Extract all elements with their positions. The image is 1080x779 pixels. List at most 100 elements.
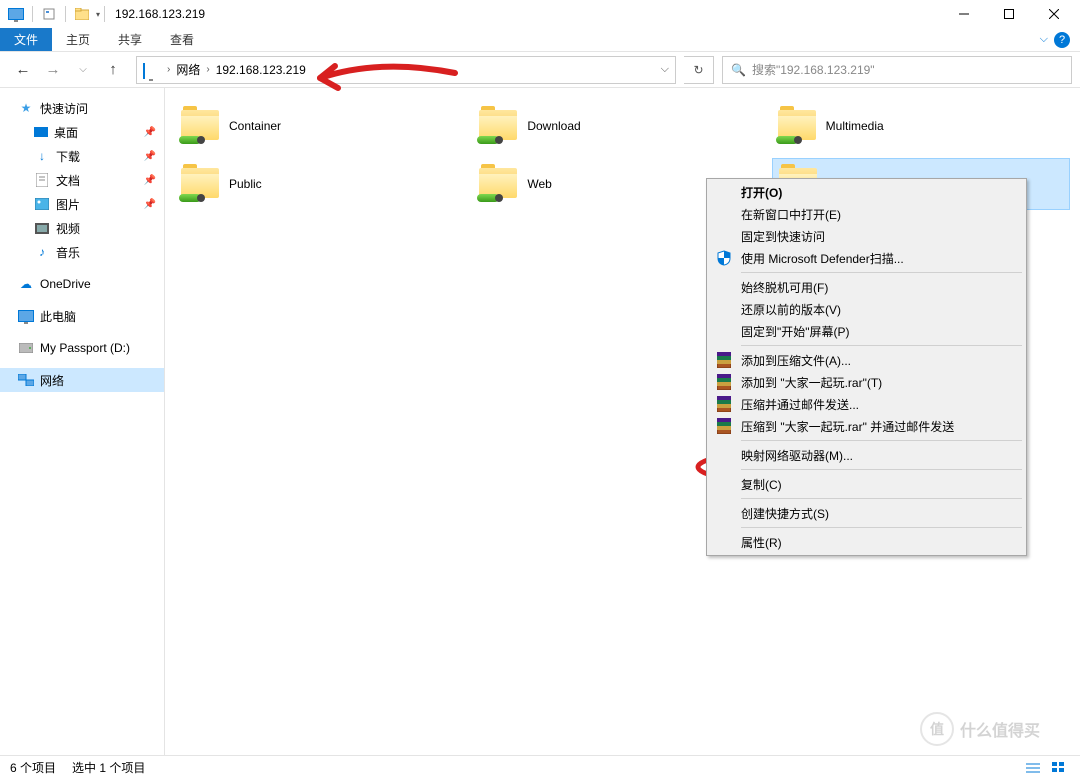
nav-recent-button[interactable]: ⌵ bbox=[68, 56, 98, 84]
pc-icon bbox=[18, 308, 34, 324]
ctx-copy[interactable]: 复制(C) bbox=[709, 473, 1024, 495]
sidebar-label: 桌面 bbox=[54, 124, 78, 141]
ribbon-tab-home[interactable]: 主页 bbox=[52, 28, 104, 51]
ctx-create-shortcut[interactable]: 创建快捷方式(S) bbox=[709, 502, 1024, 524]
folder-item[interactable]: Container bbox=[175, 100, 473, 152]
sidebar-item-pictures[interactable]: 图片 📌 bbox=[0, 192, 164, 216]
ctx-add-to-rar[interactable]: 添加到 "大家一起玩.rar"(T) bbox=[709, 371, 1024, 393]
sidebar-network[interactable]: 网络 bbox=[0, 368, 164, 392]
nav-bar: ← → ⌵ ↑ › 网络 › 192.168.123.219 ⌵ ↻ 🔍 搜索"… bbox=[0, 52, 1080, 88]
ribbon-expand-icon[interactable]: ⌵ bbox=[1040, 33, 1048, 46]
nav-up-button[interactable]: ↑ bbox=[98, 56, 128, 84]
network-icon bbox=[18, 372, 34, 388]
ctx-always-offline[interactable]: 始终脱机可用(F) bbox=[709, 276, 1024, 298]
help-icon[interactable]: ? bbox=[1054, 32, 1070, 48]
qat-properties-icon[interactable] bbox=[41, 6, 57, 22]
pin-icon: 📌 bbox=[144, 199, 156, 210]
sidebar-item-videos[interactable]: 视频 bbox=[0, 216, 164, 240]
address-icon bbox=[143, 64, 159, 76]
ctx-compress-to-email[interactable]: 压缩到 "大家一起玩.rar" 并通过邮件发送 bbox=[709, 415, 1024, 437]
ribbon-tab-file[interactable]: 文件 bbox=[0, 28, 52, 51]
ctx-defender-scan[interactable]: 使用 Microsoft Defender扫描... bbox=[709, 247, 1024, 269]
breadcrumb-sep-icon[interactable]: › bbox=[165, 64, 172, 75]
sidebar-item-downloads[interactable]: ↓ 下载 📌 bbox=[0, 144, 164, 168]
sidebar-my-passport[interactable]: My Passport (D:) bbox=[0, 336, 164, 360]
shared-folder-icon bbox=[479, 106, 519, 146]
ctx-separator bbox=[741, 469, 1022, 470]
folder-label: Multimedia bbox=[826, 119, 884, 133]
drive-icon bbox=[18, 340, 34, 356]
folder-label: Web bbox=[527, 177, 551, 191]
folder-label: Public bbox=[229, 177, 262, 191]
video-icon bbox=[34, 220, 50, 236]
pin-icon: 📌 bbox=[144, 175, 156, 186]
ctx-compress-email[interactable]: 压缩并通过邮件发送... bbox=[709, 393, 1024, 415]
search-icon: 🔍 bbox=[731, 63, 746, 77]
ctx-separator bbox=[741, 272, 1022, 273]
cloud-icon: ☁ bbox=[18, 276, 34, 292]
ctx-separator bbox=[741, 527, 1022, 528]
sidebar-item-desktop[interactable]: 桌面 📌 bbox=[0, 120, 164, 144]
ctx-separator bbox=[741, 345, 1022, 346]
ctx-restore-versions[interactable]: 还原以前的版本(V) bbox=[709, 298, 1024, 320]
qat-dropdown-icon[interactable]: ▾ bbox=[96, 10, 100, 19]
folder-item[interactable]: Download bbox=[473, 100, 771, 152]
ctx-pin-start[interactable]: 固定到"开始"屏幕(P) bbox=[709, 320, 1024, 342]
nav-back-button[interactable]: ← bbox=[8, 56, 38, 84]
view-details-button[interactable] bbox=[1022, 759, 1044, 777]
sidebar-onedrive[interactable]: ☁ OneDrive bbox=[0, 272, 164, 296]
maximize-button[interactable] bbox=[986, 0, 1031, 28]
shared-folder-icon bbox=[479, 164, 519, 204]
sidebar-label: 此电脑 bbox=[40, 308, 76, 325]
nav-forward-button[interactable]: → bbox=[38, 56, 68, 84]
ctx-add-archive[interactable]: 添加到压缩文件(A)... bbox=[709, 349, 1024, 371]
status-bar: 6 个项目 选中 1 个项目 bbox=[0, 755, 1080, 779]
status-item-count: 6 个项目 bbox=[10, 759, 56, 776]
breadcrumb-current[interactable]: 192.168.123.219 bbox=[212, 63, 310, 77]
sidebar-label: 音乐 bbox=[56, 244, 80, 261]
close-button[interactable] bbox=[1031, 0, 1076, 28]
ctx-open[interactable]: 打开(O) bbox=[709, 181, 1024, 203]
sidebar-quick-access[interactable]: ★ 快速访问 bbox=[0, 96, 164, 120]
address-dropdown-icon[interactable]: ⌵ bbox=[661, 63, 669, 76]
app-icon bbox=[8, 6, 24, 22]
shared-folder-icon bbox=[181, 106, 221, 146]
folder-label: Container bbox=[229, 119, 281, 133]
ctx-open-new-window[interactable]: 在新窗口中打开(E) bbox=[709, 203, 1024, 225]
folder-item[interactable]: Public bbox=[175, 158, 473, 210]
view-large-icons-button[interactable] bbox=[1048, 759, 1070, 777]
ribbon-tab-share[interactable]: 共享 bbox=[104, 28, 156, 51]
shield-icon bbox=[715, 249, 733, 267]
ctx-separator bbox=[741, 440, 1022, 441]
sidebar-label: 下载 bbox=[56, 148, 80, 165]
sidebar-this-pc[interactable]: 此电脑 bbox=[0, 304, 164, 328]
folder-label: Download bbox=[527, 119, 580, 133]
rar-icon bbox=[715, 395, 733, 413]
sidebar-label: OneDrive bbox=[40, 277, 91, 291]
pin-icon: 📌 bbox=[144, 127, 156, 138]
sidebar-item-documents[interactable]: 文档 📌 bbox=[0, 168, 164, 192]
sidebar-label: 快速访问 bbox=[40, 100, 88, 117]
minimize-button[interactable] bbox=[941, 0, 986, 28]
title-bar: ▾ 192.168.123.219 bbox=[0, 0, 1080, 28]
window-title: 192.168.123.219 bbox=[115, 7, 205, 21]
ctx-map-network-drive[interactable]: 映射网络驱动器(M)... bbox=[709, 444, 1024, 466]
ctx-pin-quick[interactable]: 固定到快速访问 bbox=[709, 225, 1024, 247]
breadcrumb-sep-icon[interactable]: › bbox=[204, 64, 211, 75]
ctx-separator bbox=[741, 498, 1022, 499]
rar-icon bbox=[715, 373, 733, 391]
context-menu: 打开(O) 在新窗口中打开(E) 固定到快速访问 使用 Microsoft De… bbox=[706, 178, 1027, 556]
ctx-properties[interactable]: 属性(R) bbox=[709, 531, 1024, 553]
document-icon bbox=[34, 172, 50, 188]
breadcrumb-network[interactable]: 网络 bbox=[172, 61, 204, 78]
picture-icon bbox=[34, 196, 50, 212]
sidebar-item-music[interactable]: ♪ 音乐 bbox=[0, 240, 164, 264]
search-input[interactable]: 🔍 搜索"192.168.123.219" bbox=[722, 56, 1072, 84]
status-selected-count: 选中 1 个项目 bbox=[72, 759, 145, 776]
refresh-button[interactable]: ↻ bbox=[684, 56, 714, 84]
folder-item[interactable]: Multimedia bbox=[772, 100, 1070, 152]
sidebar-label: My Passport (D:) bbox=[40, 341, 130, 355]
address-bar[interactable]: › 网络 › 192.168.123.219 ⌵ bbox=[136, 56, 676, 84]
ribbon-tab-view[interactable]: 查看 bbox=[156, 28, 208, 51]
qat-newfolder-icon[interactable] bbox=[74, 6, 90, 22]
